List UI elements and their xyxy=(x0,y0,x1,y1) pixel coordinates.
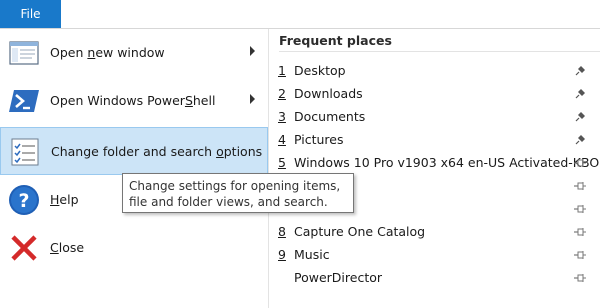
frequent-place-item[interactable]: 2 Downloads xyxy=(269,82,600,105)
tooltip: Change settings for opening items, file … xyxy=(122,173,354,213)
svg-text:?: ? xyxy=(18,190,29,212)
file-menu-commands: Open new window Open Windows PowerShell xyxy=(0,29,268,308)
place-name: Pictures xyxy=(294,132,344,147)
help-label: Help xyxy=(50,192,79,207)
file-tab[interactable]: File xyxy=(0,0,61,29)
place-name: PowerDirector xyxy=(294,270,383,285)
frequent-place-item[interactable]: 8 Capture One Catalog xyxy=(269,220,600,243)
tooltip-line-1: Change settings for opening items, xyxy=(129,179,341,193)
ribbon-bar: File xyxy=(0,0,600,29)
place-name: Capture One Catalog xyxy=(294,224,426,239)
change-folder-options-label: Change folder and search options xyxy=(51,144,263,159)
place-number: 1 xyxy=(278,63,286,78)
frequent-places-heading: Frequent places xyxy=(279,33,392,48)
close-icon xyxy=(8,232,40,264)
unpinned-pin-icon[interactable] xyxy=(573,156,587,170)
place-name: Downloads xyxy=(294,86,363,101)
frequent-place-item[interactable]: 1 Desktop xyxy=(269,59,600,82)
new-window-icon xyxy=(8,37,40,69)
place-name: Music xyxy=(294,247,330,262)
place-name: Documents xyxy=(294,109,366,124)
frequent-place-item[interactable]: 4 Pictures xyxy=(269,128,600,151)
open-new-window-item[interactable]: Open new window xyxy=(0,29,268,77)
place-number: 9 xyxy=(278,247,286,262)
place-number: 4 xyxy=(278,132,286,147)
unpinned-pin-icon[interactable] xyxy=(573,271,587,285)
frequent-place-item[interactable]: 5 Windows 10 Pro v1903 x64 en-US Activat… xyxy=(269,151,600,174)
pin-icon[interactable] xyxy=(573,87,587,101)
heading-divider xyxy=(279,51,600,52)
unpinned-pin-icon[interactable] xyxy=(573,248,587,262)
frequent-place-item[interactable]: 9 Music xyxy=(269,243,600,266)
help-icon: ? xyxy=(8,184,40,216)
pin-icon[interactable] xyxy=(573,110,587,124)
frequent-place-item[interactable]: 3 Documents xyxy=(269,105,600,128)
place-number: 5 xyxy=(278,155,286,170)
place-number: 3 xyxy=(278,109,286,124)
place-number: 8 xyxy=(278,224,286,239)
unpinned-pin-icon[interactable] xyxy=(573,202,587,216)
change-folder-options-item[interactable]: Change folder and search options xyxy=(0,127,268,175)
pin-icon[interactable] xyxy=(573,64,587,78)
open-new-window-label: Open new window xyxy=(50,45,165,60)
place-name: Desktop xyxy=(294,63,346,78)
tooltip-line-2: file and folder views, and search. xyxy=(129,195,328,209)
options-icon xyxy=(9,136,41,168)
frequent-places-panel: Frequent places 1 Desktop 2 Downloads 3 … xyxy=(269,29,600,308)
submenu-arrow-icon xyxy=(250,94,255,104)
powershell-icon xyxy=(8,85,40,117)
place-name: Windows 10 Pro v1903 x64 en-US Activated… xyxy=(294,155,600,170)
unpinned-pin-icon[interactable] xyxy=(573,225,587,239)
open-powershell-item[interactable]: Open Windows PowerShell xyxy=(0,77,268,125)
frequent-place-item[interactable]: PowerDirector xyxy=(269,266,600,289)
close-label: Close xyxy=(50,240,85,255)
submenu-arrow-icon xyxy=(250,46,255,56)
unpinned-pin-icon[interactable] xyxy=(573,179,587,193)
close-item[interactable]: Close xyxy=(0,224,268,272)
place-number: 2 xyxy=(278,86,286,101)
file-menu: Open new window Open Windows PowerShell xyxy=(0,28,600,308)
pin-icon[interactable] xyxy=(573,133,587,147)
open-powershell-label: Open Windows PowerShell xyxy=(50,93,216,108)
